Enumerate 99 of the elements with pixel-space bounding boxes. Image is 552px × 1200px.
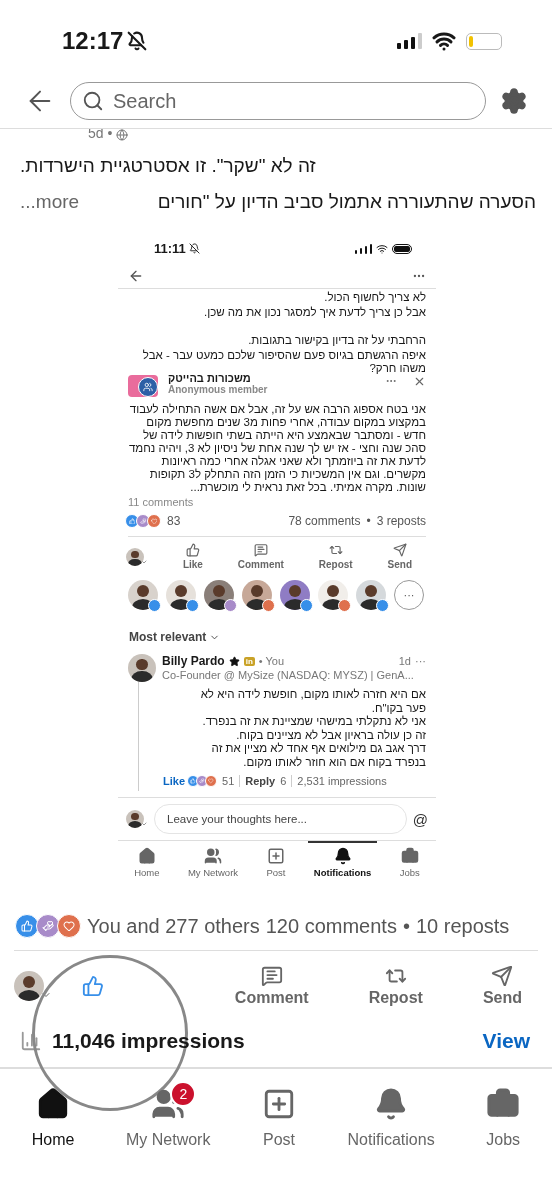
people-icon [151,1087,186,1121]
nav-tab[interactable]: Post [257,1079,300,1155]
impressions-count: 11,046 impressions [52,1029,246,1053]
reaction-icons [18,914,81,938]
avatar [126,810,144,828]
mention-button[interactable]: @ [412,810,428,828]
repost-icon [328,543,343,557]
nav-tab[interactable]: Notifications [307,841,378,882]
avatar [242,580,272,610]
nav-tab[interactable]: My Network [181,841,245,882]
action-button[interactable]: Repost [318,543,353,570]
search-icon [82,90,104,112]
commenter-name: Billy Pardo [162,654,225,668]
battery-icon [466,32,502,50]
nav-tab[interactable]: Jobs [393,841,426,882]
nav-tab[interactable]: Home [27,1079,79,1155]
people-icon [204,847,222,865]
avatar [318,580,348,610]
battery-icon [392,243,412,254]
thumbs-up-icon[interactable] [82,975,104,997]
impressions-count: 2,531 impressions [297,775,387,787]
wifi-icon [376,242,388,255]
linkedin-badge: in [243,656,255,666]
close-icon[interactable] [413,375,426,388]
comment-icon [260,965,283,987]
view-link[interactable]: View [482,1029,530,1053]
signal-icon [355,243,372,254]
globe-icon [116,129,129,141]
comment-field[interactable]: Leave your thoughts here... [154,804,407,834]
like-link[interactable]: Like [163,775,185,787]
bell-icon [333,847,352,865]
nav-tab[interactable]: Post [260,841,292,882]
avatar [128,580,158,610]
briefcase-icon [400,847,419,865]
thumbs-up-icon [185,543,200,557]
post-text: איפה הרגשתם בגיוס פעם שהסיפור שלכם כמעט עבר - אבל משהו חרק? [141,348,427,375]
author-label: • You [258,655,285,667]
reaction-count: 83 [167,514,181,528]
post-text: זה לא "שקר". זו אסטרטגיית הישרדות. [20,155,316,177]
comments-count: 120 comments [265,914,397,938]
comments-count: 11 comments [128,496,194,508]
post-text: לא צריך לחשוף הכול. [323,290,427,304]
post-text: אבל כן צריך לדעת איך למסגר נכון את מה שכן. [202,305,427,319]
sort-button[interactable]: Most relevant [118,614,232,654]
comment-time: 1d [398,655,411,667]
signal-icon [397,33,422,49]
group-name: משכורות בהייטק [168,375,251,384]
comment-menu[interactable]: ··· [415,655,426,667]
commenter-headline: Co-Founder @ MySize (NASDAQ: MYSZ) | GenA... [162,669,415,681]
reposts-count: 3 reposts [376,514,426,528]
settings-icon[interactable] [500,87,528,115]
action-button[interactable]: Send [482,965,522,1007]
nav-tab[interactable]: Notifications [343,1079,439,1155]
nav-tab[interactable]: Jobs [482,1079,525,1155]
avatar [166,580,196,610]
action-button[interactable]: Comment [234,965,309,1007]
separator-dot: • [402,914,410,938]
send-icon [491,965,514,987]
bell-off-icon [188,243,200,254]
plus-square-icon [266,847,285,865]
separator-dot: • [366,514,371,528]
reply-link[interactable]: Reply [245,775,276,787]
comment-icon [253,543,268,557]
more-link[interactable]: ...more [20,191,80,213]
nav-tab[interactable]: My Network 2 [122,1079,215,1155]
reaction-summary: You and 277 others [87,914,260,938]
comment-text: אם היא חזרה לאותו מקום, חופשת לידה היא לא פער בקו"ח. אני לא נתקלתי במישהי שמציינת את זה בנפרד. זה כן עולה בראיון אבל לא מציינים בקוח. דרך אגב גם מילואים אף אחד לא מציין את זה בנפרד בקוח אם הוא חוזר לאותו מקום. [199,688,426,769]
send-icon [392,543,407,557]
avatar [126,547,144,566]
clock: 12:17 [62,27,124,55]
member-label: Anonymous member [168,384,269,395]
group-post-text: אני בטח אספוג הרבה אש על זה, אבל אם אשה התחילה לעבוד במקצוע במקום עבודה, אחרי פחות מ3 שנים מחפשת מקום חדש - ומסתבר שבאמצע היא הייתה בשתי חופשות לידה של סהכ שנה וחצי - אז יש לך שנה אחת של ניסיון לא 3, ויהיה נחמד לדעת את זה ביוזמתך ולא שאני אגלה אחרי כמה ראיונות מקשרים. וגם אין המשכיות כי הזמן הזה התחלק ל3 תקופות שונות. מקרה אמיתי. בכל זאת נראית לי מוכשרת... [127,402,427,494]
action-button[interactable]: Like [182,543,203,570]
clock: 11:11 [154,241,186,256]
reposts-count: 10 reposts [415,914,510,938]
star-icon [228,655,240,667]
post-text: הרחבתי על זה בדיון בקישור בתגובות. [247,333,427,347]
search-field[interactable]: Search [70,82,486,120]
group-logo [128,375,158,397]
avatar [204,580,234,610]
chart-icon [20,1030,42,1052]
more-reactors-button[interactable]: ··· [394,580,424,610]
reaction-icons [190,775,217,787]
reaction-icons [128,514,161,528]
comments-count: 78 comments [288,514,361,528]
home-icon [137,847,156,865]
action-button[interactable]: Send [387,543,412,570]
avatar [280,580,310,610]
avatar [14,971,44,1001]
notification-badge: 2 [170,1081,197,1107]
action-button[interactable]: Comment [237,543,284,570]
reply-count: 6 [280,775,287,787]
reaction-count: 51 [222,775,235,787]
avatar [356,580,386,610]
action-button[interactable]: Repost [368,965,423,1007]
nav-tab[interactable]: Home [128,841,166,882]
avatar [128,654,156,682]
back-icon[interactable] [128,268,144,284]
post-text: הסערה שהתעוררה אתמול סביב הדיון על "חורים [157,191,536,213]
